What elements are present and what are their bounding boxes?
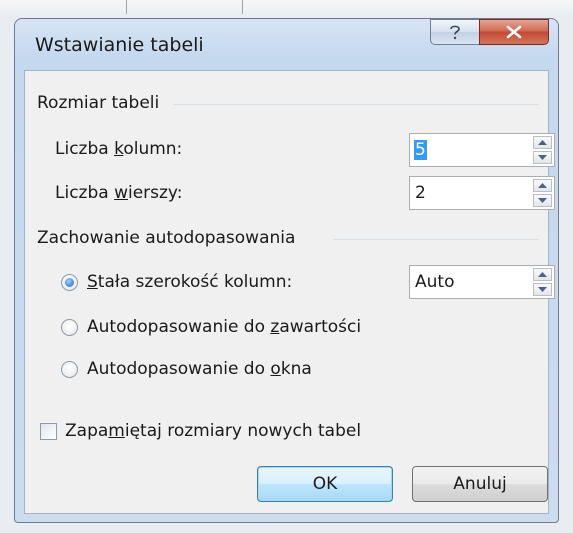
rows-label-text: Liczba [55, 183, 115, 203]
fixed-width-value[interactable]: Auto [415, 272, 454, 292]
cancel-button[interactable]: Anuluj [412, 466, 548, 502]
rows-spin-buttons [533, 179, 552, 207]
autofit-window-accesskey: o [270, 359, 281, 379]
dialog-title: Wstawianie tabeli [35, 34, 204, 56]
columns-label-text: Liczba [55, 139, 115, 159]
triangle-down-icon [538, 287, 547, 292]
autofit-contents-text: Autodopasowanie do [87, 317, 271, 337]
rows-label-text-end: ierszy: [127, 183, 183, 203]
fixed-width-label[interactable]: Stała szerokość kolumn: [87, 272, 292, 292]
autofit-contents-text-end: awartości [279, 317, 362, 337]
fixed-width-radio[interactable] [61, 274, 78, 291]
triangle-down-icon [538, 155, 547, 160]
rows-label-accesskey: w [114, 183, 128, 203]
radio-selected-dot [65, 278, 74, 287]
autofit-window-label[interactable]: Autodopasowanie do okna [87, 359, 312, 379]
autofit-window-radio[interactable] [61, 361, 78, 378]
autofit-window-text: Autodopasowanie do [87, 359, 271, 379]
autofit-group-label: Zachowanie autodopasowania [37, 228, 296, 248]
close-x-icon [505, 25, 523, 39]
remember-size-text-end: iętaj rozmiary nowych tabel [124, 421, 362, 441]
triangle-up-icon [538, 272, 547, 277]
triangle-up-icon [538, 183, 547, 188]
background-window-strip [0, 0, 573, 18]
remember-size-label[interactable]: Zapamiętaj rozmiary nowych tabel [65, 421, 361, 441]
fixed-width-increment-button[interactable] [533, 268, 552, 281]
ok-button[interactable]: OK [257, 466, 393, 502]
rows-increment-button[interactable] [533, 179, 552, 192]
group-divider [173, 104, 539, 105]
columns-spin-buttons [533, 136, 552, 164]
rows-value[interactable]: 2 [415, 183, 426, 203]
table-size-group-label: Rozmiar tabeli [37, 93, 160, 113]
rows-label: Liczba wierszy: [55, 183, 183, 203]
columns-label-accesskey: k [114, 139, 124, 159]
question-mark-icon [447, 23, 463, 41]
fixed-width-label-text: tała szerokość kolumn: [97, 272, 293, 292]
columns-decrement-button[interactable] [533, 151, 552, 164]
autofit-window-text-end: kna [280, 359, 312, 379]
fixed-width-accesskey: S [87, 272, 98, 292]
background-line [242, 0, 243, 14]
fixed-width-stepper[interactable]: Auto [409, 265, 555, 299]
dialog-content: Rozmiar tabeli Liczba kolumn: 5 Liczba w… [24, 70, 555, 514]
background-line [126, 0, 127, 14]
triangle-down-icon [538, 198, 547, 203]
remember-size-text: Zapa [65, 421, 109, 441]
remember-size-checkbox[interactable] [40, 423, 57, 440]
columns-stepper[interactable]: 5 [409, 133, 555, 167]
fixed-width-decrement-button[interactable] [533, 283, 552, 296]
autofit-contents-label[interactable]: Autodopasowanie do zawartości [87, 317, 361, 337]
columns-value[interactable]: 5 [414, 140, 427, 160]
cancel-button-label: Anuluj [453, 474, 507, 494]
title-bar[interactable]: Wstawianie tabeli [15, 19, 558, 67]
triangle-up-icon [538, 140, 547, 145]
group-divider [333, 239, 539, 240]
dialog-window: Wstawianie tabeli Rozmiar tabeli Liczba … [14, 18, 559, 523]
rows-decrement-button[interactable] [533, 194, 552, 207]
autofit-contents-radio[interactable] [61, 319, 78, 336]
columns-label-text-end: olumn: [123, 139, 183, 159]
fixed-width-spin-buttons [533, 268, 552, 296]
columns-label: Liczba kolumn: [55, 139, 182, 159]
ok-button-label: OK [312, 474, 338, 494]
autofit-contents-accesskey: z [270, 317, 280, 337]
help-button[interactable] [430, 19, 480, 45]
close-button[interactable] [479, 19, 549, 45]
columns-increment-button[interactable] [533, 136, 552, 149]
remember-size-accesskey: m [108, 421, 125, 441]
rows-stepper[interactable]: 2 [409, 176, 555, 210]
